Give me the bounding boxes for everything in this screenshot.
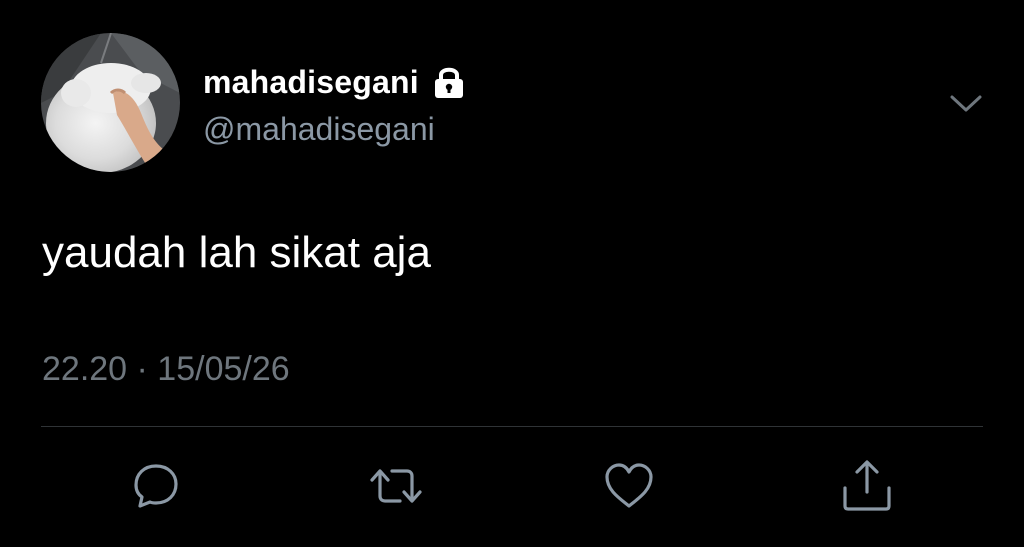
chevron-down-icon[interactable] [948,86,984,122]
retweet-icon [370,469,422,503]
tweet-timestamp[interactable]: 22.20 · 15/05/26 [42,350,290,389]
display-name-row: mahadisegani [203,58,465,106]
avatar[interactable] [41,33,180,172]
user-handle[interactable]: @mahadisegani [203,111,435,148]
tweet-card: mahadisegani @mahadisegani yaudah lah si… [0,0,1024,547]
reply-button[interactable] [130,460,182,512]
share-button[interactable] [841,460,893,512]
reply-icon [134,464,178,508]
retweet-button[interactable] [370,460,422,512]
avatar-image [41,33,180,172]
display-name[interactable]: mahadisegani [203,64,419,101]
divider [41,426,983,427]
heart-icon [605,463,653,508]
share-icon [843,460,891,511]
like-button[interactable] [603,460,655,512]
lock-icon [433,65,465,99]
tweet-text: yaudah lah sikat aja [42,228,431,277]
